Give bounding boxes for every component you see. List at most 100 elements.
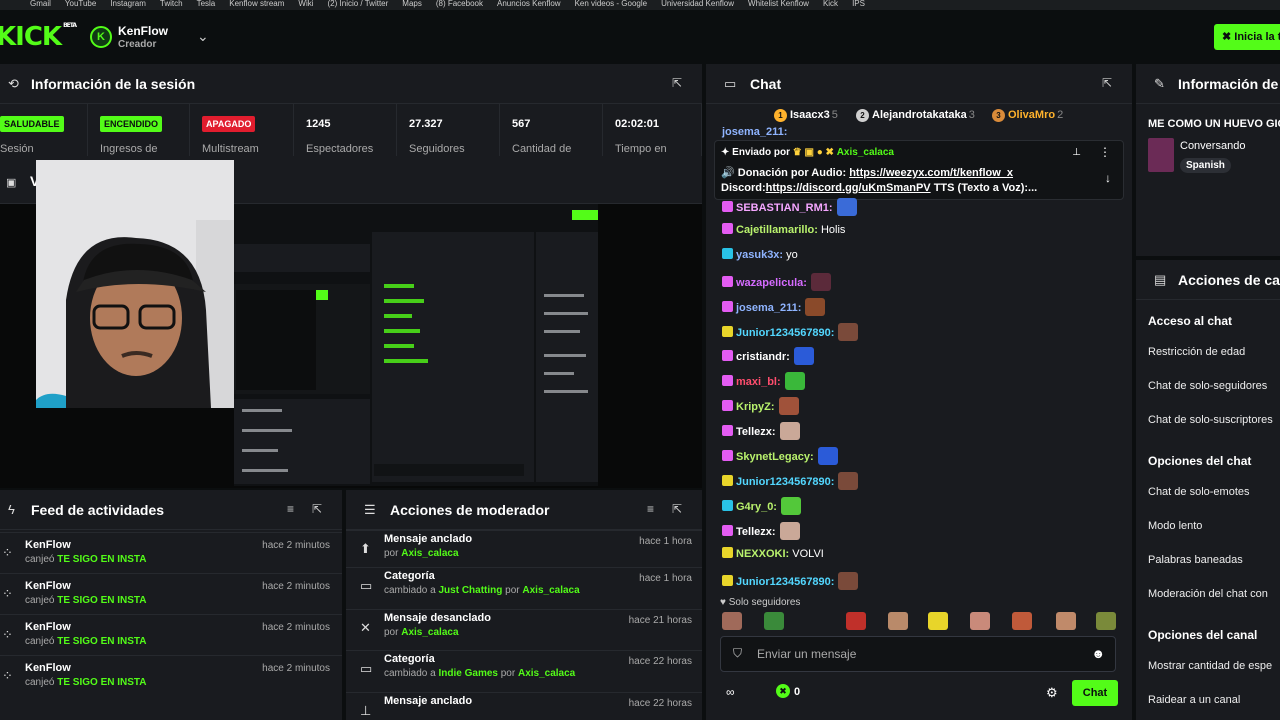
bookmark-item[interactable]: Whitelist Kenflow [748,0,809,10]
bookmark-item[interactable]: Maps [402,0,422,10]
chat-message[interactable]: Cajetillamarillo: Holis [722,222,845,247]
bookmark-item[interactable]: YouTube [65,0,96,10]
emoji-icon[interactable]: ☻ [1091,646,1105,661]
chevron-down-icon[interactable]: ⌄ [197,28,209,45]
chat-username[interactable]: KripyZ: [736,401,775,413]
chat-username[interactable]: Tellezx: [736,526,776,538]
pinned-message[interactable]: ✦ Enviado por ♛ ▣ ● ✖ Axis_calaca 🔊 Dona… [714,140,1124,200]
bookmark-item[interactable]: (8) Facebook [436,0,483,10]
bookmark-item[interactable]: Ken videos - Google [575,0,648,10]
detail-category[interactable]: Just Chatting [438,585,502,596]
chat-message[interactable]: Tellezx: [722,422,800,446]
chat-username[interactable]: Junior1234567890: [736,576,834,588]
chat-username[interactable]: yasuk3x: [736,249,783,261]
channel-name[interactable]: KenFlow [118,24,168,38]
filter-icon[interactable]: ≡ [287,502,294,516]
bookmark-item[interactable]: (2) Inicio / Twitter [328,0,389,10]
emote-button[interactable] [764,612,784,630]
detail-category[interactable]: Indie Games [438,668,497,679]
chat-message[interactable]: NEXXOKI: VOLVI [722,546,824,571]
chat-username[interactable]: G4ry_0: [736,501,777,513]
popout-icon[interactable]: ⇱ [312,502,322,516]
chat-input[interactable]: ⛉ Enviar un mensaje ☻ [720,636,1116,672]
channel-avatar[interactable]: K [90,26,112,48]
detail-user[interactable]: Axis_calaca [401,627,458,638]
discord-link[interactable]: https://discord.gg/uKmSmanPV [766,182,931,194]
emote-button[interactable] [970,612,990,630]
bookmark-item[interactable]: Tesla [197,0,216,10]
chat-username[interactable]: SEBASTIAN_RM1: [736,202,833,214]
chat-message[interactable]: cristiandr: [722,347,814,371]
chat-message[interactable]: Junior1234567890: [722,471,859,496]
bookmark-item[interactable]: Twitch [160,0,183,10]
chat-message[interactable]: yasuk3x: yo [722,247,798,272]
filter-icon[interactable]: ≡ [647,502,654,516]
channel-action-item[interactable]: Palabras baneadas [1148,554,1243,566]
pin-icon[interactable]: ⊥ [1072,147,1081,158]
detail-user[interactable]: Axis_calaca [401,548,458,559]
channel-action-item[interactable]: Chat de solo-suscriptores [1148,414,1273,426]
channel-action-item[interactable]: Mostrar cantidad de espe [1148,660,1272,672]
gear-icon[interactable]: ⚙ [1046,685,1058,701]
channel-action-item[interactable]: Raidear a un canal [1148,694,1240,706]
chat-message[interactable]: josema_211: [722,297,826,322]
send-chat-button[interactable]: Chat [1072,680,1118,706]
bookmark-item[interactable]: Universidad Kenflow [661,0,734,10]
users-icon[interactable]: ∞ [726,685,735,699]
chat-message[interactable]: Junior1234567890: [722,571,859,596]
channel-action-item[interactable]: Restricción de edad [1148,346,1245,358]
arrow-down-icon[interactable]: ↓ [1105,171,1111,185]
detail-user[interactable]: Axis_calaca [518,668,575,679]
popout-icon[interactable]: ⇱ [1102,76,1112,90]
chat-message[interactable]: Junior1234567890: [722,322,859,347]
detail-user[interactable]: Axis_calaca [522,585,579,596]
chat-username[interactable]: wazapelicula: [736,277,807,289]
emote-button[interactable] [888,612,908,630]
emote-button[interactable] [1096,612,1116,630]
chat-message[interactable]: G4ry_0: [722,496,801,521]
chat-username[interactable]: josema_211: [736,302,801,314]
chat-message[interactable]: Tellezx: [722,521,800,546]
chat-username[interactable]: Junior1234567890: [736,476,834,488]
kick-logo[interactable]: KICK BETA [0,22,77,52]
channel-action-item[interactable]: Moderación del chat con [1148,588,1268,600]
bookmark-item[interactable]: Kenflow stream [229,0,284,10]
channel-action-item[interactable]: Modo lento [1148,520,1202,532]
bookmark-item[interactable]: Anuncios Kenflow [497,0,561,10]
emote-button[interactable] [722,612,742,630]
chat-username[interactable]: cristiandr: [736,351,790,363]
channel-action-item[interactable]: Chat de solo-emotes [1148,486,1250,498]
chat-message[interactable]: SEBASTIAN_RM1: [722,198,857,222]
bookmark-item[interactable]: Wiki [298,0,313,10]
emote-button[interactable] [1056,612,1076,630]
leader-entry[interactable]: 2 Alejandrotakataka 3 [856,109,975,122]
more-icon[interactable]: ⋮ [1099,145,1111,159]
bookmark-item[interactable]: Kick [823,0,838,10]
chat-username[interactable]: maxi_bl: [736,376,781,388]
emote-button[interactable] [1012,612,1032,630]
donation-link[interactable]: https://weezyx.com/t/kenflow_x [849,167,1013,179]
chat-message[interactable]: KripyZ: [722,397,799,421]
chat-message[interactable]: wazapelicula: [722,272,831,297]
chat-message[interactable]: maxi_bl: [722,372,805,396]
bookmark-item[interactable]: Gmail [30,0,51,10]
emote-button[interactable] [928,612,948,630]
popout-icon[interactable]: ⇱ [672,76,682,90]
bookmark-item[interactable]: IPS [852,0,865,10]
go-live-button[interactable]: ✖ Inicia la t [1214,24,1280,50]
bookmark-item[interactable]: Instagram [110,0,146,10]
points-icon[interactable]: ✖ [776,684,790,698]
chat-message[interactable]: SkynetLegacy: [722,447,838,471]
channel-action-item[interactable]: Chat de solo-seguidores [1148,380,1267,392]
chat-username[interactable]: Cajetillamarillo: [736,224,818,236]
chat-username[interactable]: Tellezx: [736,426,776,438]
leader-entry[interactable]: 3 OlivaMro 2 [992,109,1063,122]
feed-user[interactable]: KenFlow [25,662,71,674]
feed-user[interactable]: KenFlow [25,621,71,633]
chat-username[interactable]: SkynetLegacy: [736,451,814,463]
emote-button[interactable] [846,612,866,630]
feed-user[interactable]: KenFlow [25,539,71,551]
popout-icon[interactable]: ⇱ [672,502,682,516]
chat-username[interactable]: NEXXOKI: [736,548,789,560]
feed-user[interactable]: KenFlow [25,580,71,592]
